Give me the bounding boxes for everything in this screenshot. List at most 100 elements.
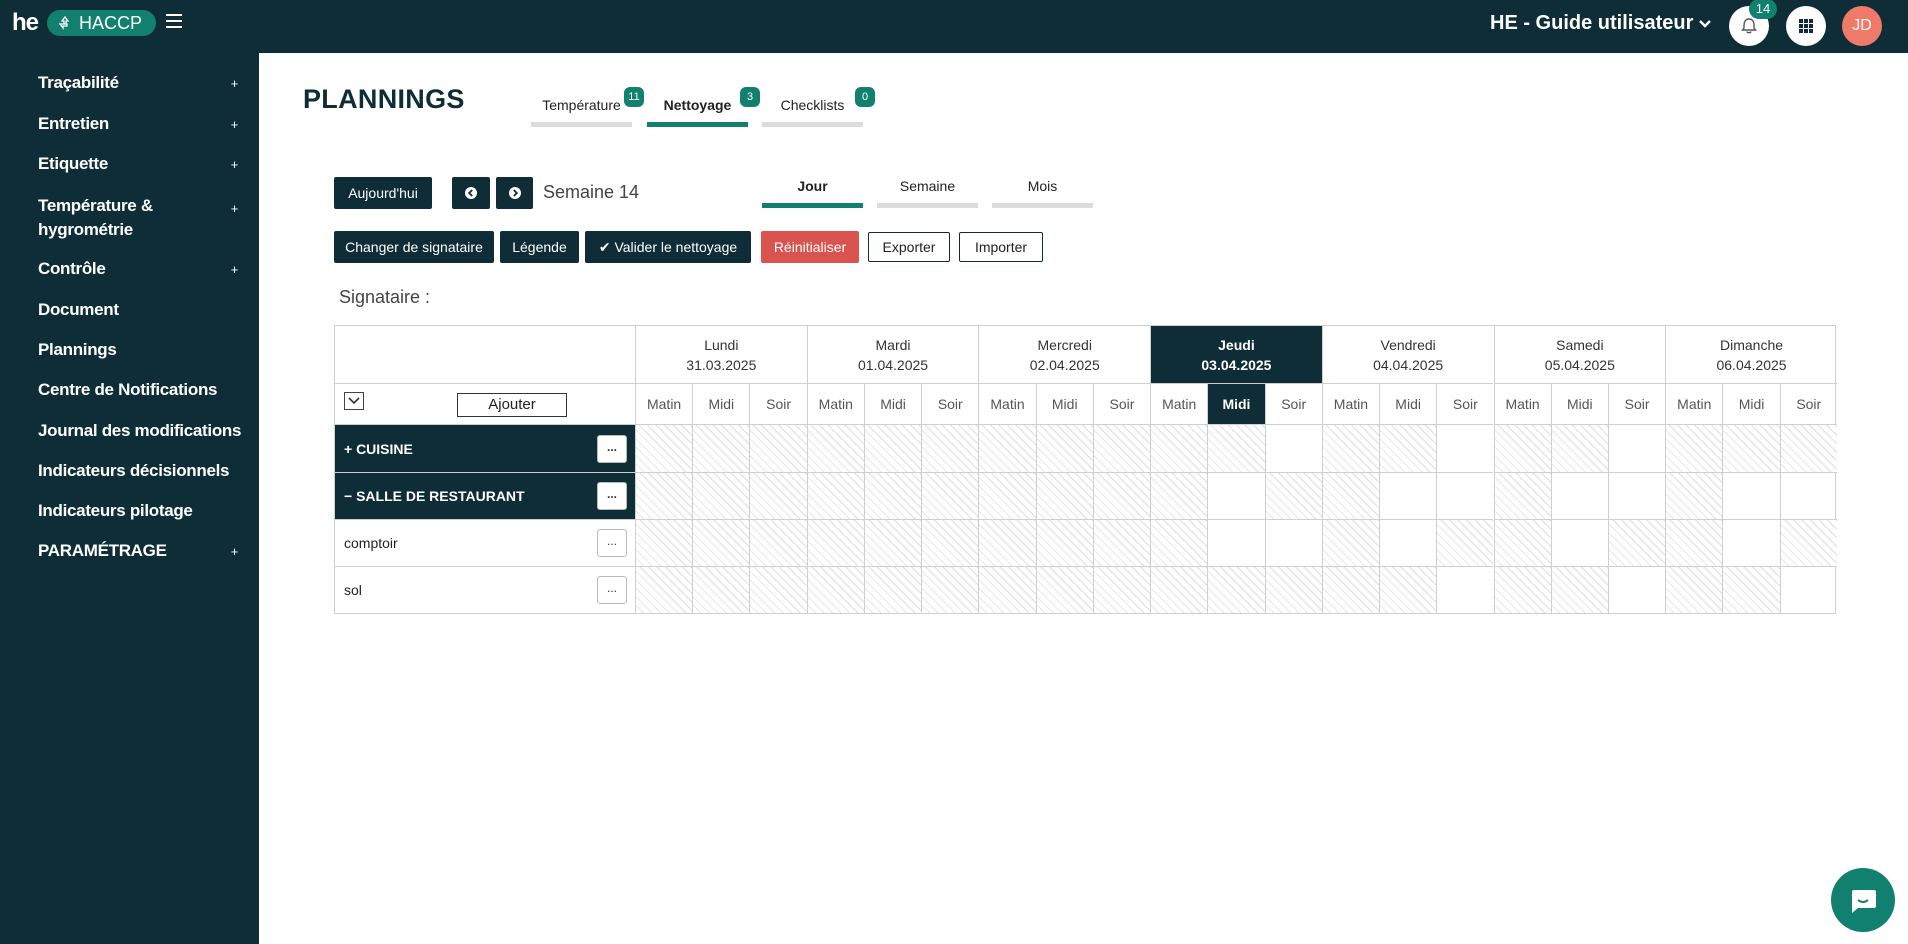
planning-cell[interactable] [921, 424, 979, 472]
sidebar-item-journal[interactable]: Journal des modifications [38, 421, 258, 441]
today-button[interactable]: Aujourd'hui [334, 177, 432, 209]
planning-cell[interactable] [692, 566, 750, 613]
planning-cell[interactable] [1607, 424, 1666, 472]
planning-cell[interactable] [1092, 472, 1151, 519]
planning-cell[interactable] [692, 472, 750, 519]
planning-cell[interactable] [1436, 472, 1494, 519]
planning-cell[interactable] [1722, 472, 1780, 519]
tab-temperature[interactable]: Température 11 [531, 87, 644, 127]
planning-cell[interactable] [1722, 424, 1780, 472]
planning-cell[interactable] [1035, 519, 1093, 566]
tab-checklists[interactable]: Checklists 0 [762, 87, 875, 127]
planning-cell[interactable] [1264, 566, 1322, 613]
add-button[interactable]: Ajouter [457, 393, 567, 417]
planning-cell[interactable] [1550, 566, 1608, 613]
planning-cell[interactable] [635, 519, 693, 566]
task-row[interactable]: comptoir... [335, 519, 635, 566]
planning-cell[interactable] [1607, 566, 1666, 613]
planning-cell[interactable] [806, 519, 864, 566]
planning-cell[interactable] [978, 519, 1036, 566]
planning-cell[interactable] [1665, 519, 1723, 566]
menu-toggle-icon[interactable] [166, 14, 182, 28]
planning-cell[interactable] [692, 424, 750, 472]
sidebar-item-controle[interactable]: Contrôle + [38, 259, 238, 279]
planning-cell[interactable] [1379, 424, 1437, 472]
planning-cell[interactable] [1150, 424, 1208, 472]
planning-cell[interactable] [863, 424, 922, 472]
row-options-button[interactable]: ... [597, 482, 627, 510]
planning-cell[interactable] [1436, 566, 1494, 613]
previous-week-button[interactable] [452, 177, 490, 209]
sidebar-item-tracabilite[interactable]: Traçabilité + [38, 73, 238, 93]
next-week-button[interactable] [496, 177, 533, 209]
sidebar-item-temperature-hygrometrie[interactable]: Température & hygrométrie + [38, 194, 238, 242]
planning-cell[interactable] [635, 472, 693, 519]
planning-cell[interactable] [1436, 519, 1494, 566]
planning-cell[interactable] [1493, 566, 1551, 613]
planning-cell[interactable] [1321, 519, 1380, 566]
export-button[interactable]: Exporter [868, 232, 950, 262]
planning-cell[interactable] [1665, 472, 1723, 519]
planning-cell[interactable] [863, 566, 922, 613]
planning-cell[interactable] [749, 472, 807, 519]
planning-cell[interactable] [1207, 566, 1265, 613]
user-avatar[interactable]: JD [1842, 6, 1882, 46]
planning-cell[interactable] [1493, 472, 1551, 519]
planning-cell[interactable] [1779, 566, 1837, 613]
planning-cell[interactable] [1321, 566, 1380, 613]
planning-cell[interactable] [1493, 519, 1551, 566]
planning-cell[interactable] [1550, 472, 1608, 519]
planning-cell[interactable] [1264, 472, 1322, 519]
row-options-button[interactable]: ... [597, 434, 627, 463]
planning-cell[interactable] [1035, 472, 1093, 519]
planning-cell[interactable] [1722, 566, 1780, 613]
sidebar-item-indicateurs-pilotage[interactable]: Indicateurs pilotage [38, 501, 238, 521]
sidebar-item-etiquette[interactable]: Etiquette + [38, 154, 238, 174]
planning-cell[interactable] [1665, 566, 1723, 613]
apps-button[interactable] [1786, 6, 1826, 46]
planning-cell[interactable] [1379, 566, 1437, 613]
sidebar-item-notifications[interactable]: Centre de Notifications [38, 380, 238, 400]
planning-cell[interactable] [1264, 424, 1322, 472]
planning-cell[interactable] [1092, 566, 1151, 613]
planning-cell[interactable] [1550, 424, 1608, 472]
organization-selector[interactable]: HE - Guide utilisateur [1490, 12, 1712, 35]
reset-button[interactable]: Réinitialiser [761, 231, 859, 263]
group-row[interactable]: − SALLE DE RESTAURANT... [335, 472, 635, 519]
view-tab-mois[interactable]: Mois [992, 178, 1093, 208]
planning-cell[interactable] [1150, 519, 1208, 566]
planning-cell[interactable] [1722, 519, 1780, 566]
planning-cell[interactable] [978, 424, 1036, 472]
planning-cell[interactable] [692, 519, 750, 566]
planning-cell[interactable] [863, 519, 922, 566]
planning-cell[interactable] [1092, 519, 1151, 566]
planning-cell[interactable] [921, 519, 979, 566]
planning-cell[interactable] [1321, 472, 1380, 519]
planning-cell[interactable] [806, 472, 864, 519]
planning-cell[interactable] [1779, 424, 1837, 472]
collapse-all-icon[interactable] [344, 392, 364, 410]
planning-cell[interactable] [1779, 472, 1837, 519]
planning-cell[interactable] [1665, 424, 1723, 472]
sidebar-item-entretien[interactable]: Entretien + [38, 114, 238, 134]
planning-cell[interactable] [635, 566, 693, 613]
planning-cell[interactable] [921, 566, 979, 613]
planning-cell[interactable] [749, 566, 807, 613]
validate-cleaning-button[interactable]: ✔ Valider le nettoyage [585, 231, 751, 263]
planning-cell[interactable] [1379, 472, 1437, 519]
import-button[interactable]: Importer [959, 232, 1043, 262]
planning-cell[interactable] [635, 424, 693, 472]
task-row[interactable]: sol... [335, 566, 635, 613]
planning-cell[interactable] [1321, 424, 1380, 472]
view-tab-semaine[interactable]: Semaine [877, 178, 978, 208]
planning-cell[interactable] [806, 424, 864, 472]
planning-cell[interactable] [1035, 424, 1093, 472]
planning-cell[interactable] [1607, 472, 1666, 519]
view-tab-jour[interactable]: Jour [762, 178, 863, 208]
planning-cell[interactable] [1779, 519, 1837, 566]
row-options-button[interactable]: ... [597, 576, 627, 604]
planning-cell[interactable] [1150, 472, 1208, 519]
planning-cell[interactable] [1035, 566, 1093, 613]
planning-cell[interactable] [1493, 424, 1551, 472]
planning-cell[interactable] [1436, 424, 1494, 472]
